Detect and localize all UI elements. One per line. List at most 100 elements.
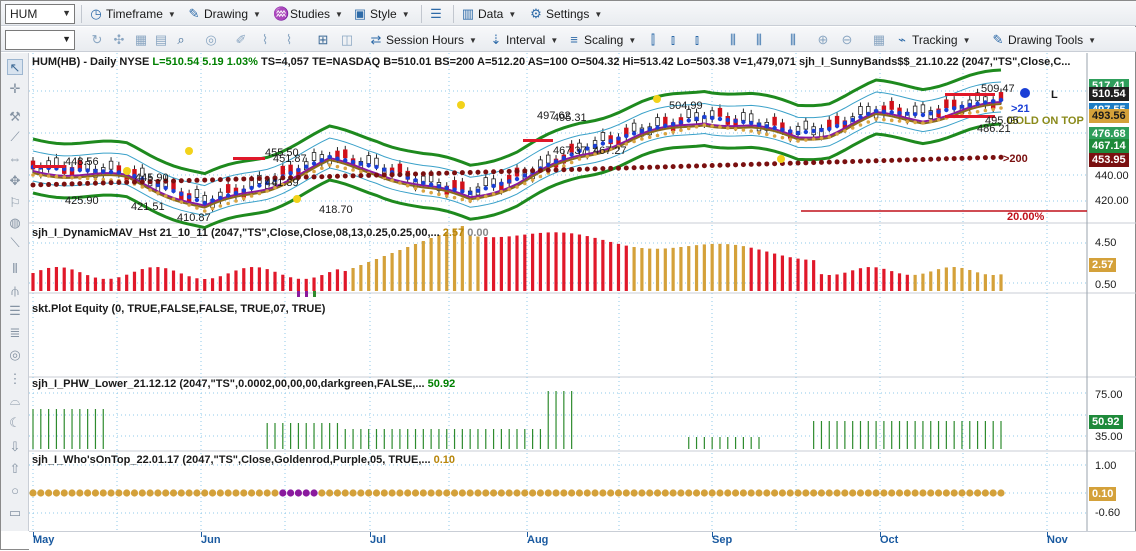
bars-icon[interactable]: ⦀: [7, 261, 23, 277]
ma21-dot: [249, 185, 254, 191]
mav-histogram-bar: [616, 243, 621, 291]
bars-icon[interactable]: ⫼: [785, 32, 801, 48]
line-icon[interactable]: ⌇: [281, 32, 297, 48]
who-dot: [76, 489, 84, 497]
gold-dot: [983, 108, 988, 113]
timeframe-menu[interactable]: ◷ Timeframe ▼: [89, 4, 176, 24]
who-dot: [419, 489, 427, 497]
chart-area[interactable]: HUM(HB) - Daily NYSE L=510.54 5.19 1.03%…: [29, 53, 1136, 531]
drawing-menu[interactable]: ✎ Drawing ▼: [187, 4, 261, 24]
link-button[interactable]: ☰: [429, 4, 443, 24]
mav-histogram-bar: [890, 271, 894, 291]
format-icon[interactable]: ⊞: [315, 32, 331, 48]
grid-icon[interactable]: ▤: [153, 32, 169, 48]
move-icon[interactable]: ✥: [7, 173, 23, 189]
gold-dot: [913, 120, 917, 125]
compass-icon[interactable]: ◎: [203, 32, 219, 48]
gold-dot: [780, 135, 785, 140]
spiral-icon[interactable]: ◍: [7, 215, 23, 231]
mav-histogram-bar: [507, 236, 511, 291]
arc-icon[interactable]: ⌓: [7, 393, 23, 409]
candle-icon[interactable]: ⫾: [665, 32, 681, 48]
ma21-dot: [257, 183, 262, 188]
symbol-input[interactable]: HUM ▼: [5, 4, 75, 24]
crosshair-icon[interactable]: ✛: [7, 81, 23, 97]
channel-icon[interactable]: ☰: [7, 303, 23, 319]
mav-histogram-bar: [804, 259, 808, 291]
bars-icon[interactable]: ⫼: [751, 32, 767, 48]
arrow-up-icon[interactable]: ⇧: [7, 461, 23, 477]
ma200-dot: [46, 182, 52, 188]
arrow-down-icon[interactable]: ⇩: [7, 439, 23, 455]
interval-menu[interactable]: ⇣ Interval ▼: [489, 30, 559, 50]
rectangle-icon[interactable]: ▭: [7, 505, 23, 521]
gold-dot: [156, 191, 160, 195]
chevron-down-icon[interactable]: ▼: [62, 8, 71, 18]
date-label-aug: Aug: [527, 534, 549, 546]
settings-menu[interactable]: ⚙ Settings ▼: [529, 4, 602, 24]
chevron-down-icon: ▼: [550, 35, 559, 45]
magnifier-icon[interactable]: ⌕: [173, 32, 189, 48]
fib-icon[interactable]: ⋮: [7, 371, 23, 387]
scaling-menu[interactable]: ≡ Scaling ▼: [567, 30, 636, 50]
ma200-dot: [959, 155, 965, 161]
ma21-dot: [905, 111, 910, 116]
ma21-dot: [171, 188, 176, 194]
price-axis-label: 440.00: [1095, 170, 1129, 182]
zoom-out-icon[interactable]: ⊖: [839, 32, 855, 48]
arrows-icon[interactable]: ⇔: [7, 151, 23, 167]
chevron-down-icon[interactable]: ▼: [62, 34, 71, 44]
draw-icon[interactable]: ✐: [233, 32, 249, 48]
zoom-in-icon[interactable]: ⊕: [815, 32, 831, 48]
date-axis[interactable]: May Jun Jul Aug Sep Oct Nov: [29, 531, 1136, 551]
ma21-dot: [179, 191, 184, 197]
fork-icon[interactable]: ⫛: [7, 283, 23, 299]
ma200-dot: [342, 173, 348, 179]
studies-menu[interactable]: ♒ Studies ▼: [273, 4, 343, 24]
line-icon[interactable]: ⌇: [257, 32, 273, 48]
ma200-dot: [30, 182, 36, 188]
ruler-icon[interactable]: ⟍: [7, 235, 23, 251]
cursor-icon[interactable]: ↖: [7, 59, 23, 75]
ellipse-icon[interactable]: ○: [7, 483, 23, 499]
tracking-menu[interactable]: ⌁ Tracking ▼: [895, 30, 970, 50]
bars-icon[interactable]: ⫼: [725, 32, 741, 48]
mav-histogram-bar: [320, 275, 324, 291]
wrench-icon[interactable]: ⚒: [7, 109, 23, 125]
candle-body: [717, 107, 723, 117]
circle-icon[interactable]: ◎: [7, 347, 23, 363]
ma200-dot: [428, 171, 434, 177]
interval-input[interactable]: ▼: [5, 30, 75, 50]
data-menu[interactable]: ▥ Data ▼: [461, 4, 516, 24]
gold-dot: [686, 126, 691, 131]
refresh-icon[interactable]: ↻: [89, 32, 105, 48]
style-menu[interactable]: ▣ Style ▼: [353, 4, 410, 24]
arc-icon[interactable]: ☾: [7, 415, 23, 431]
mav-histogram-bar: [156, 267, 160, 291]
ma21-dot: [702, 114, 707, 120]
date-label-jul: Jul: [370, 534, 386, 546]
mav-histogram-bar: [632, 247, 636, 291]
ma21-dot: [717, 116, 723, 122]
drawing-tools-menu[interactable]: ✎ Drawing Tools ▼: [991, 30, 1097, 50]
shield-icon[interactable]: ⚐: [7, 195, 23, 211]
gold-dot: [257, 191, 262, 196]
cursor-icon[interactable]: ◫: [339, 32, 355, 48]
ma21-dot: [663, 123, 668, 128]
crosshair-icon[interactable]: ✣: [111, 32, 127, 48]
gold-dot: [538, 174, 543, 179]
gold-dot: [796, 139, 800, 143]
grid-icon[interactable]: ▦: [133, 32, 149, 48]
ma200-dot: [803, 160, 809, 166]
grid-icon[interactable]: ▦: [871, 32, 887, 48]
session-hours-menu[interactable]: ⇄ Session Hours ▼: [369, 30, 477, 50]
who-dot: [279, 489, 287, 497]
ma21-dot: [850, 117, 855, 123]
trendline-icon[interactable]: ⟋: [7, 129, 23, 145]
candle-icon[interactable]: ⫾: [689, 32, 705, 48]
bar-chart-icon[interactable]: ⫿: [645, 32, 661, 48]
mav-histogram-bar: [304, 278, 308, 291]
ma200-dot: [178, 178, 184, 184]
lines-icon[interactable]: ≣: [7, 325, 23, 341]
ma200-dot: [889, 157, 895, 163]
